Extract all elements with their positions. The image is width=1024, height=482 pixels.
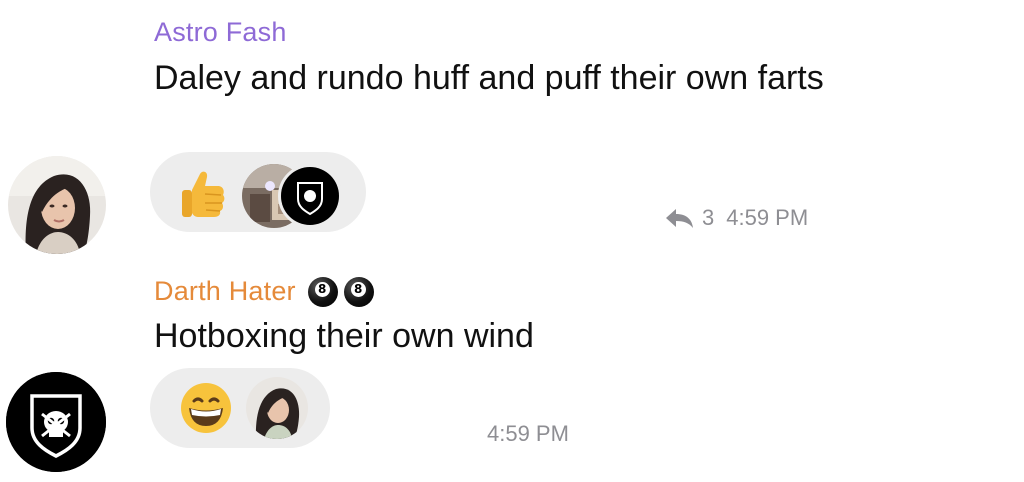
chat-thread: Astro Fash Daley and rundo huff and puff… bbox=[0, 0, 1024, 482]
grinning-face-reaction[interactable] bbox=[178, 380, 234, 436]
reactor-avatars[interactable] bbox=[242, 160, 342, 228]
8-ball-icon bbox=[307, 276, 338, 307]
timestamp: 4:59 PM bbox=[487, 421, 569, 446]
shield-skull-icon bbox=[6, 372, 106, 472]
reactor-avatar[interactable] bbox=[246, 377, 308, 439]
sender-name[interactable]: Darth Hater bbox=[154, 276, 374, 307]
message-text: Hotboxing their own wind bbox=[154, 317, 534, 355]
sender-avatar[interactable] bbox=[6, 372, 106, 472]
shield-avatar-icon bbox=[281, 167, 339, 225]
sender-name-text: Darth Hater bbox=[154, 276, 296, 306]
reactor-avatar[interactable] bbox=[278, 164, 342, 228]
reactions-bar[interactable] bbox=[150, 368, 330, 448]
8-ball-icon bbox=[343, 276, 374, 307]
message-meta: 4:59 PM bbox=[487, 421, 569, 447]
grinning-face-icon bbox=[181, 383, 231, 433]
message-item[interactable]: Darth Hater Hotboxing their own wind bbox=[0, 0, 1024, 482]
woman-avatar-icon bbox=[246, 377, 308, 439]
